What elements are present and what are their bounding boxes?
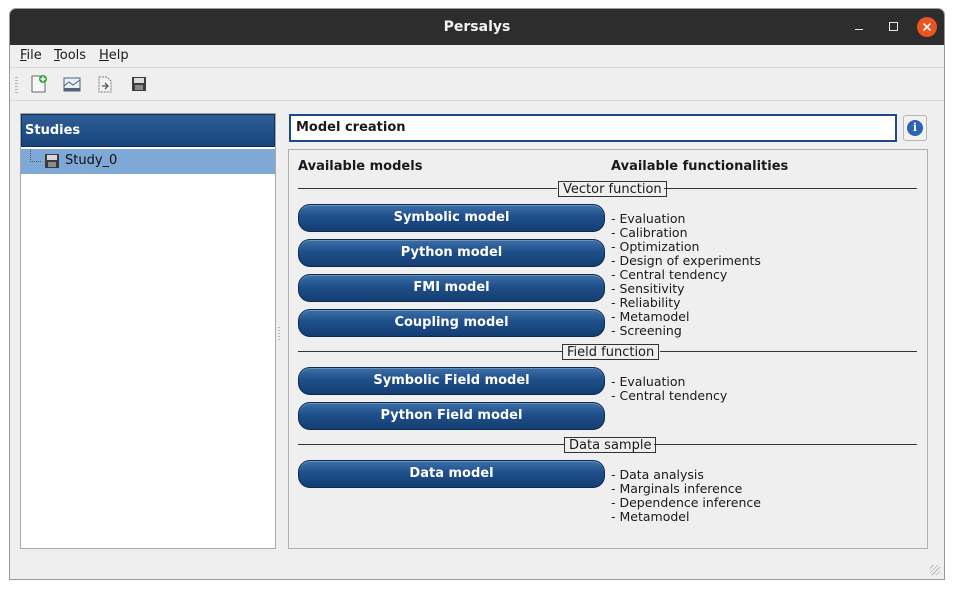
window-title: Persalys: [443, 19, 511, 35]
menu-bar: File Tools Help: [10, 45, 944, 68]
toolbar: [10, 68, 944, 101]
list-item: - Screening: [611, 323, 682, 338]
studies-tree[interactable]: Studies Study_0: [20, 113, 276, 549]
close-button[interactable]: [917, 17, 937, 37]
maximize-button[interactable]: [884, 17, 904, 37]
splitter-handle[interactable]: [278, 327, 280, 341]
list-item: - Calibration: [611, 225, 688, 240]
list-item: - Evaluation: [611, 374, 686, 389]
menu-help[interactable]: Help: [99, 48, 129, 63]
toolbar-grip[interactable]: [15, 77, 18, 93]
available-models-heading: Available models: [298, 159, 423, 174]
list-item: - Sensitivity: [611, 281, 685, 296]
new-study-button[interactable]: [29, 74, 49, 94]
data-model-button[interactable]: Data model: [298, 460, 605, 488]
python-model-button[interactable]: Python model: [298, 239, 605, 267]
menu-file[interactable]: File: [20, 48, 42, 63]
section-vector-function: Vector function: [558, 181, 667, 197]
list-item: - Optimization: [611, 239, 700, 254]
separator-line: [660, 351, 917, 352]
available-functionalities-heading: Available functionalities: [611, 159, 789, 174]
page-title: Model creation: [289, 114, 897, 142]
fmi-model-button[interactable]: FMI model: [298, 274, 605, 302]
separator-line: [298, 188, 557, 189]
list-item: - Evaluation: [611, 211, 686, 226]
separator-line: [298, 351, 562, 352]
save-icon: [132, 77, 146, 91]
floppy-disk-icon: [45, 154, 59, 168]
info-button[interactable]: i: [903, 115, 927, 141]
title-bar[interactable]: Persalys: [10, 9, 944, 45]
tree-item-study[interactable]: Study_0: [21, 149, 275, 174]
list-item: - Data analysis: [611, 467, 704, 482]
menu-tools[interactable]: Tools: [54, 48, 86, 63]
save-button[interactable]: [129, 74, 149, 94]
import-python-icon: [98, 76, 112, 93]
list-item: - Metamodel: [611, 509, 690, 524]
list-item: - Dependence inference: [611, 495, 761, 510]
coupling-model-button[interactable]: Coupling model: [298, 309, 605, 337]
studies-header: Studies: [21, 114, 275, 147]
list-item: - Metamodel: [611, 309, 690, 324]
minimize-button[interactable]: [849, 17, 869, 37]
python-field-model-button[interactable]: Python Field model: [298, 402, 605, 430]
data-functionalities-list: - Data analysis - Marginals inference - …: [611, 468, 761, 524]
field-functionalities-list: - Evaluation - Central tendency: [611, 375, 727, 403]
list-item: - Central tendency: [611, 388, 728, 403]
open-study-button[interactable]: [62, 74, 82, 94]
list-item: - Marginals inference: [611, 481, 743, 496]
tree-branch-line: [30, 149, 41, 162]
separator-line: [654, 444, 917, 445]
info-icon: i: [907, 120, 923, 136]
model-creation-panel: Available models Available functionaliti…: [288, 149, 928, 549]
study-label: Study_0: [65, 153, 118, 168]
resize-grip[interactable]: [930, 565, 940, 575]
section-data-sample: Data sample: [564, 437, 657, 453]
import-python-button[interactable]: [95, 74, 115, 94]
symbolic-model-button[interactable]: Symbolic model: [298, 204, 605, 232]
separator-line: [298, 444, 564, 445]
section-field-function: Field function: [562, 344, 660, 360]
list-item: - Design of experiments: [611, 253, 761, 268]
vector-functionalities-list: - Evaluation - Calibration - Optimizatio…: [611, 212, 761, 338]
new-study-icon: [31, 75, 47, 93]
close-icon: [922, 22, 932, 32]
separator-line: [664, 188, 917, 189]
list-item: - Reliability: [611, 295, 681, 310]
list-item: - Central tendency: [611, 267, 728, 282]
symbolic-field-model-button[interactable]: Symbolic Field model: [298, 367, 605, 395]
main-window: Persalys File Tools Help Studies Study_0…: [9, 8, 945, 580]
open-study-icon: [63, 77, 81, 92]
